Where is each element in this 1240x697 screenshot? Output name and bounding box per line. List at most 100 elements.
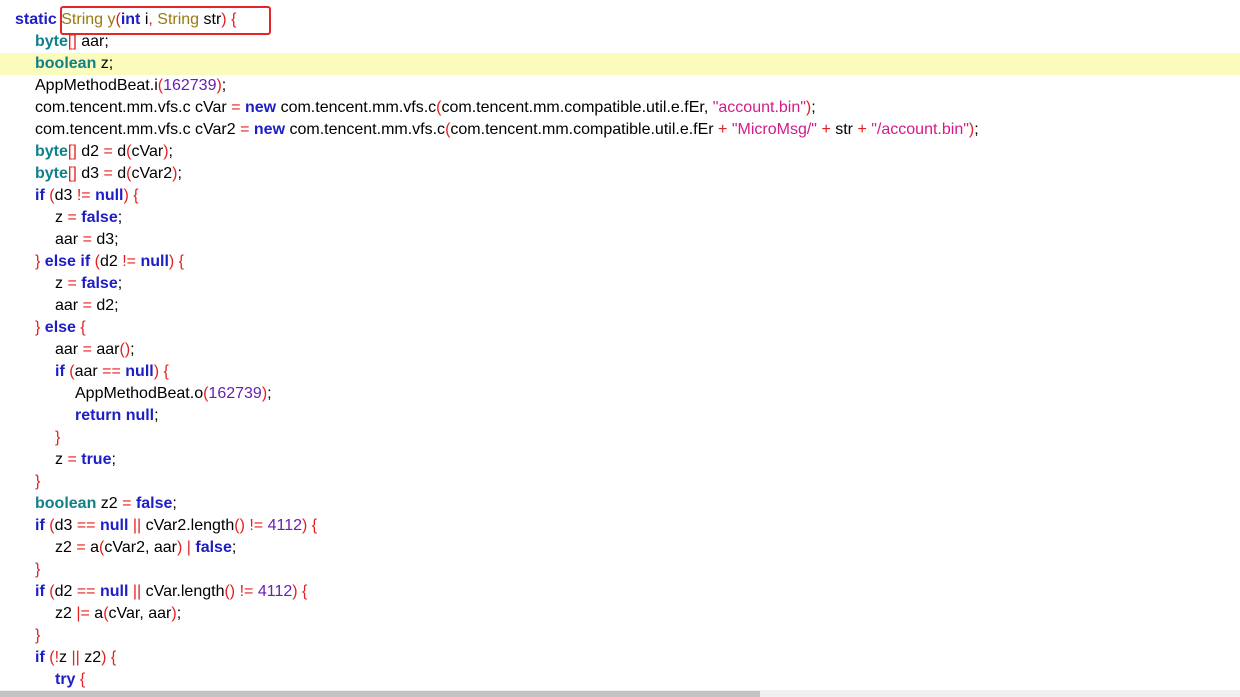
code-line[interactable]: } [0, 625, 1240, 647]
code-line[interactable]: byte[] d2 = d(cVar); [0, 141, 1240, 163]
code-token: != [76, 187, 91, 204]
code-line[interactable]: return null; [0, 405, 1240, 427]
code-token: ; [811, 99, 816, 116]
code-token: = [67, 275, 77, 292]
code-token: ; [221, 77, 227, 94]
code-token: com.tencent.mm.vfs.c cVar2 [35, 121, 241, 138]
code-token: aar [55, 297, 83, 314]
code-token: byte [35, 165, 68, 182]
code-line[interactable]: if (aar == null) { [0, 361, 1240, 383]
code-token: z [55, 275, 68, 292]
code-token: cVar [131, 143, 164, 160]
code-token: "account.bin" [712, 99, 806, 116]
code-token: != [249, 517, 264, 534]
code-line[interactable]: } [0, 427, 1240, 449]
annotation-highlight-box [60, 6, 271, 35]
code-token: z [59, 649, 72, 666]
code-token: || [71, 649, 80, 666]
code-token: { [110, 649, 117, 666]
code-token: aar [55, 341, 83, 358]
horizontal-scrollbar-thumb[interactable] [0, 691, 760, 697]
code-line[interactable]: aar = aar(); [0, 339, 1240, 361]
code-token: d2 [99, 253, 123, 270]
code-token: aar [91, 341, 120, 358]
code-token: = [231, 99, 241, 116]
code-token: { [178, 253, 185, 270]
code-line[interactable]: z2 = a(cVar2, aar) | false; [0, 537, 1240, 559]
code-token: { [311, 517, 318, 534]
code-line[interactable]: if (d3 != null) { [0, 185, 1240, 207]
code-token: if [55, 363, 65, 380]
code-line[interactable]: } [0, 559, 1240, 581]
code-token: if [35, 187, 45, 204]
code-token: null [125, 363, 154, 380]
code-token: byte [35, 33, 68, 50]
code-token: com.tencent.mm.vfs.c [285, 121, 446, 138]
code-token: == [102, 363, 121, 380]
code-line[interactable]: } else { [0, 317, 1240, 339]
code-token: return [75, 407, 122, 424]
code-token: aar; [76, 33, 109, 50]
code-token: d2 [76, 143, 104, 160]
code-token: = [76, 539, 86, 556]
code-token: () [234, 517, 245, 534]
code-token: false [81, 275, 118, 292]
code-token: || [132, 517, 142, 534]
code-token: 4112 [267, 517, 303, 534]
code-token: [] [67, 143, 77, 160]
code-token: d2; [91, 297, 119, 314]
code-token: } [35, 561, 41, 578]
code-token: z [55, 451, 68, 468]
code-token: + [718, 121, 728, 138]
code-line[interactable]: } [0, 471, 1240, 493]
code-token: cVar2, aar [104, 539, 177, 556]
code-line[interactable]: if (d3 == null || cVar2.length() != 4112… [0, 515, 1240, 537]
code-token: = [67, 451, 77, 468]
code-token: boolean [35, 495, 97, 512]
code-token: a [89, 605, 104, 622]
code-token: = [103, 165, 113, 182]
code-token: d3 [76, 165, 104, 182]
code-editor[interactable]: static String y(int i, String str) {byte… [0, 0, 1240, 690]
code-line[interactable]: AppMethodBeat.o(162739); [0, 383, 1240, 405]
code-token: = [82, 341, 92, 358]
code-token: d [112, 165, 127, 182]
code-line[interactable]: byte[] d3 = d(cVar2); [0, 163, 1240, 185]
code-token: if [35, 649, 45, 666]
code-token: == [76, 583, 96, 600]
code-token: |= [76, 605, 90, 622]
code-line[interactable]: if (!z || z2) { [0, 647, 1240, 669]
code-token: d3; [91, 231, 119, 248]
code-token: z2 [79, 649, 102, 666]
code-token: null [125, 407, 155, 424]
code-line[interactable]: } else if (d2 != null) { [0, 251, 1240, 273]
code-token: = [82, 297, 92, 314]
code-line[interactable]: com.tencent.mm.vfs.c cVar2 = new com.ten… [0, 119, 1240, 141]
code-token: ; [267, 385, 272, 402]
code-token: != [122, 253, 136, 270]
code-token: != [239, 583, 254, 600]
code-token: 162739 [208, 385, 262, 402]
code-line[interactable]: com.tencent.mm.vfs.c cVar = new com.tenc… [0, 97, 1240, 119]
code-token: { [79, 671, 86, 688]
code-line[interactable]: try { [0, 669, 1240, 690]
code-line[interactable]: z2 |= a(cVar, aar); [0, 603, 1240, 625]
code-token: cVar, aar [108, 605, 172, 622]
code-line[interactable]: z = false; [0, 273, 1240, 295]
code-line[interactable]: boolean z2 = false; [0, 493, 1240, 515]
code-line[interactable]: if (d2 == null || cVar.length() != 4112)… [0, 581, 1240, 603]
code-token: com.tencent.mm.vfs.c [276, 99, 437, 116]
code-token: if [35, 583, 45, 600]
code-token: "/account.bin" [871, 121, 969, 138]
code-token: str [830, 121, 858, 138]
code-token: ; [117, 209, 123, 226]
code-line[interactable]: boolean z; [0, 53, 1240, 75]
code-line[interactable]: aar = d2; [0, 295, 1240, 317]
code-token: a [85, 539, 100, 556]
code-line[interactable]: aar = d3; [0, 229, 1240, 251]
code-line[interactable]: z = true; [0, 449, 1240, 471]
code-line[interactable]: AppMethodBeat.i(162739); [0, 75, 1240, 97]
code-token: com.tencent.mm.compatible.util.e.fEr [450, 121, 719, 138]
code-token: [] [67, 165, 77, 182]
code-line[interactable]: z = false; [0, 207, 1240, 229]
